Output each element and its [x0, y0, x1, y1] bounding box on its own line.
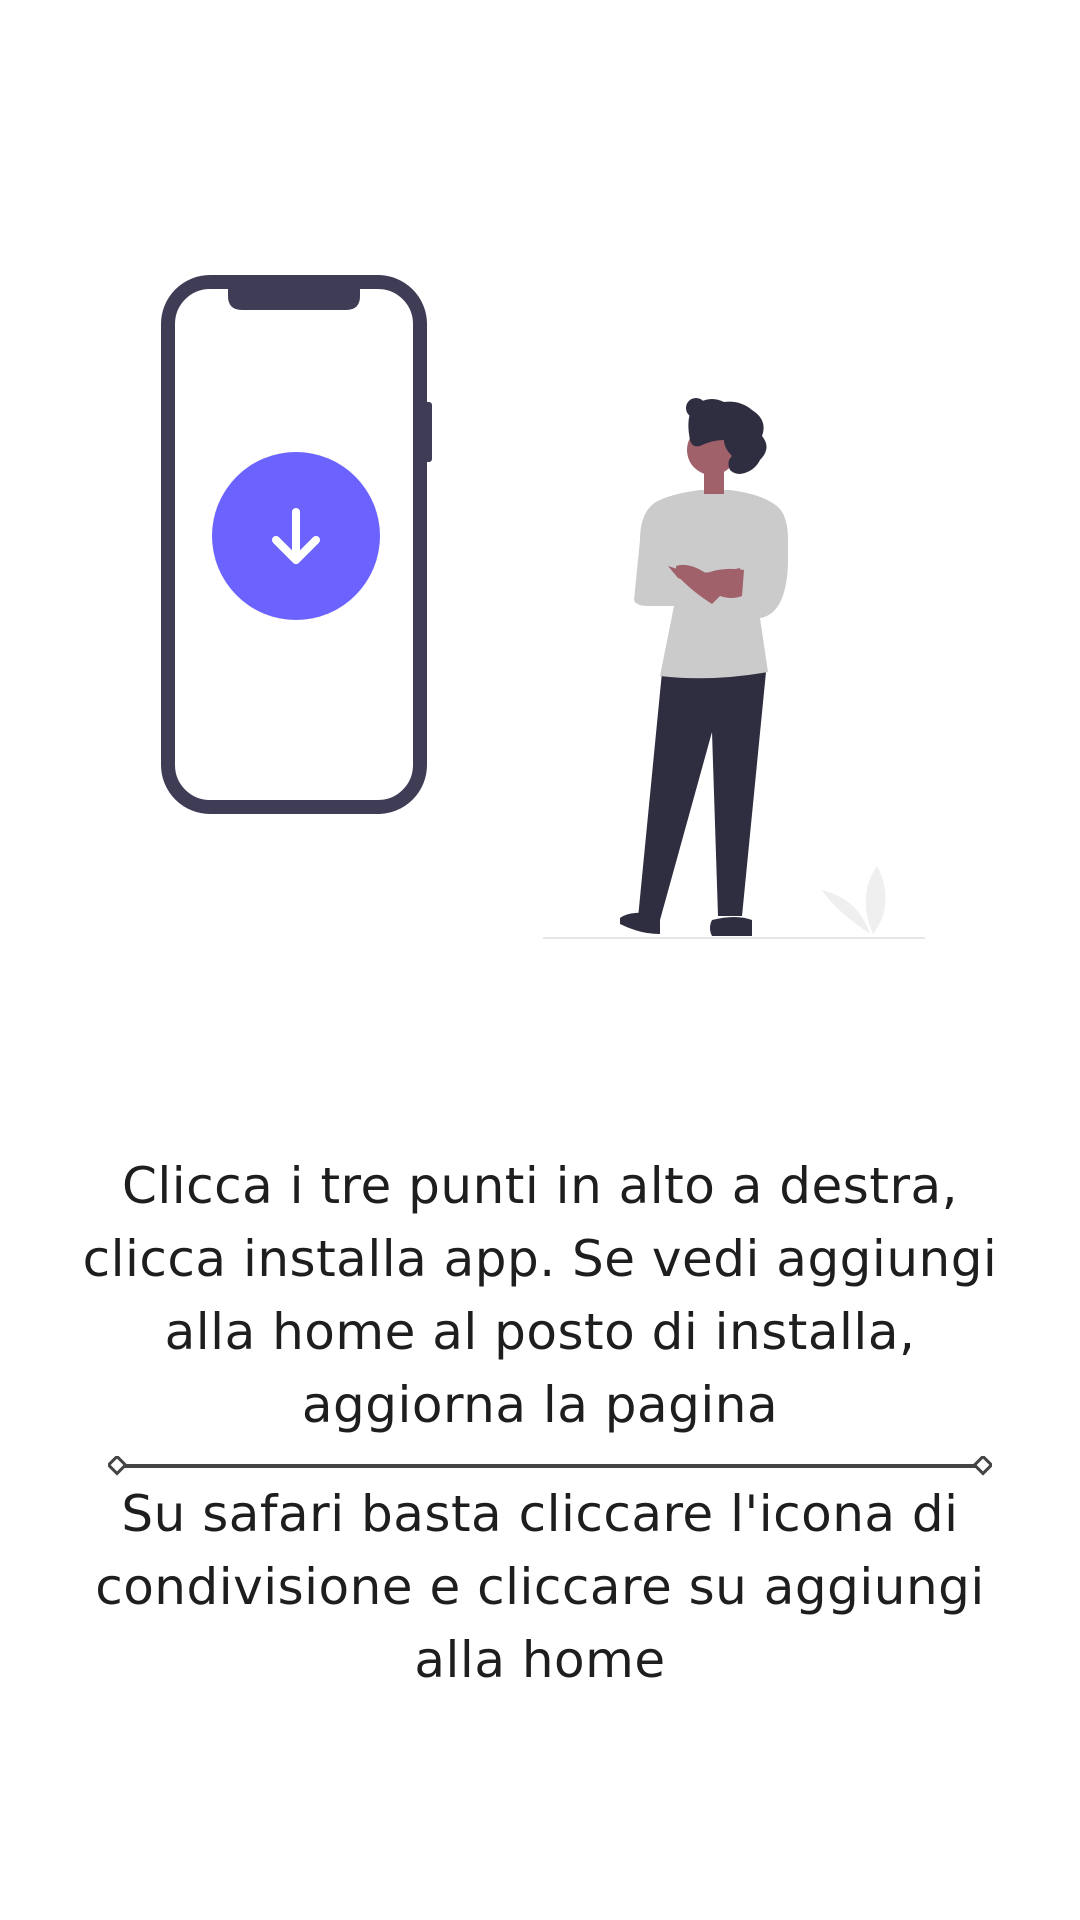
section-divider	[108, 1456, 992, 1476]
install-instructions-safari: Su safari basta cliccare l'icona di cond…	[95, 1485, 985, 1689]
install-instructions-android: Clicca i tre punti in alto a destra, cli…	[82, 1157, 998, 1434]
download-button-icon	[212, 452, 380, 620]
install-illustration	[161, 275, 925, 939]
divider-diamond-left	[108, 1456, 128, 1476]
plant-icon	[822, 866, 886, 934]
divider-diamond-right	[972, 1456, 992, 1476]
person-illustration	[620, 398, 788, 936]
